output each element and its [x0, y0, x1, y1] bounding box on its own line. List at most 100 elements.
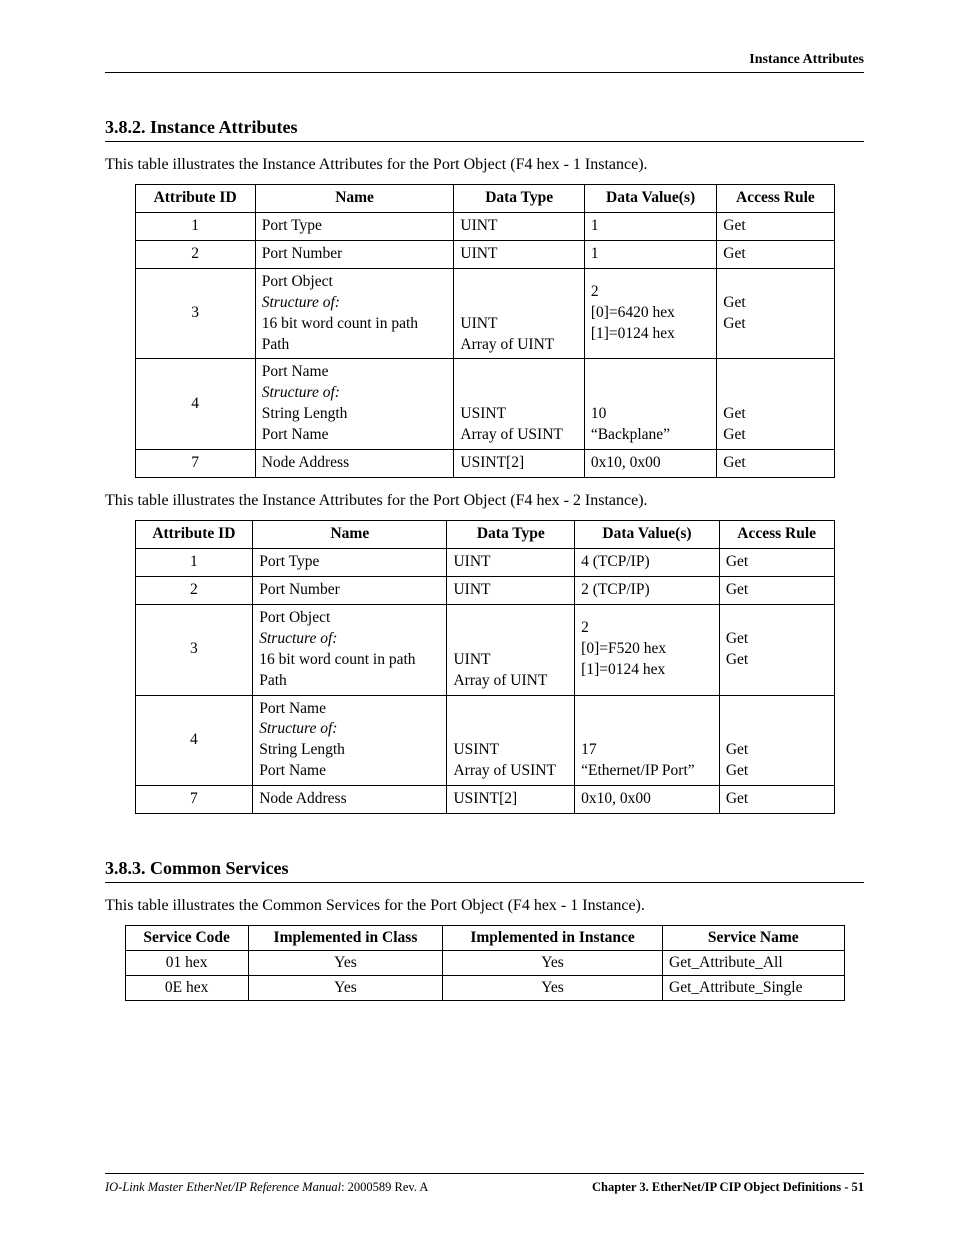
- col-header: Name: [253, 521, 447, 549]
- cell-name: Port ObjectStructure of:16 bit word coun…: [253, 604, 447, 695]
- col-header: Data Type: [454, 185, 584, 213]
- col-header: Name: [255, 185, 454, 213]
- cell-attr-id: 2: [135, 240, 255, 268]
- cell-data-type: USINT[2]: [447, 786, 575, 814]
- cell-data-type: UINT: [454, 240, 584, 268]
- cell-access-rule: GetGet: [719, 604, 834, 695]
- col-header: Service Name: [663, 926, 844, 951]
- attributes-table-1: Attribute ID Name Data Type Data Value(s…: [135, 184, 835, 478]
- cell-name: Node Address: [255, 450, 454, 478]
- services-table: Service Code Implemented in Class Implem…: [125, 925, 845, 1001]
- cell-data-value: 2 (TCP/IP): [575, 576, 720, 604]
- col-header: Data Value(s): [584, 185, 716, 213]
- cell-data-type: USINT[2]: [454, 450, 584, 478]
- footer-right: Chapter 3. EtherNet/IP CIP Object Defini…: [592, 1180, 864, 1195]
- cell-service-code: 01 hex: [125, 951, 248, 976]
- table-row: 01 hexYesYesGet_Attribute_All: [125, 951, 844, 976]
- running-header: Instance Attributes: [105, 52, 864, 73]
- table-row: 2Port NumberUINT1Get: [135, 240, 834, 268]
- cell-access-rule: Get: [719, 786, 834, 814]
- cell-service-name: Get_Attribute_All: [663, 951, 844, 976]
- cell-data-value: 2[0]=F520 hex[1]=0124 hex: [575, 604, 720, 695]
- cell-name: Port Number: [255, 240, 454, 268]
- col-header: Attribute ID: [135, 185, 255, 213]
- cell-name: Port NameStructure of:String LengthPort …: [253, 695, 447, 786]
- table-row: 1Port TypeUINT4 (TCP/IP)Get: [135, 548, 834, 576]
- cell-access-rule: GetGet: [719, 695, 834, 786]
- footer-manual-title: IO-Link Master EtherNet/IP Reference Man…: [105, 1180, 341, 1194]
- cell-access-rule: Get: [719, 548, 834, 576]
- cell-data-value: 2[0]=6420 hex[1]=0124 hex: [584, 268, 716, 359]
- cell-data-type: USINTArray of USINT: [454, 359, 584, 450]
- footer-chapter: Chapter 3. EtherNet/IP CIP Object Defini…: [592, 1180, 841, 1194]
- cell-data-type: UINTArray of UINT: [454, 268, 584, 359]
- cell-access-rule: Get: [717, 212, 834, 240]
- table-header-row: Attribute ID Name Data Type Data Value(s…: [135, 185, 834, 213]
- table-row: 4Port NameStructure of:String LengthPort…: [135, 359, 834, 450]
- cell-data-type: UINT: [447, 548, 575, 576]
- cell-access-rule: Get: [717, 450, 834, 478]
- cell-attr-id: 3: [135, 268, 255, 359]
- cell-attr-id: 7: [135, 786, 253, 814]
- cell-data-value: 0x10, 0x00: [575, 786, 720, 814]
- intro-text-2: This table illustrates the Instance Attr…: [105, 492, 864, 510]
- table-header-row: Attribute ID Name Data Type Data Value(s…: [135, 521, 834, 549]
- cell-service-name: Get_Attribute_Single: [663, 976, 844, 1001]
- table-row: 7Node AddressUSINT[2]0x10, 0x00Get: [135, 450, 834, 478]
- table-row: 2Port NumberUINT2 (TCP/IP)Get: [135, 576, 834, 604]
- cell-attr-id: 4: [135, 359, 255, 450]
- cell-attr-id: 7: [135, 450, 255, 478]
- cell-service-code: 0E hex: [125, 976, 248, 1001]
- col-header: Implemented in Instance: [443, 926, 663, 951]
- cell-attr-id: 1: [135, 548, 253, 576]
- cell-access-rule: GetGet: [717, 268, 834, 359]
- cell-name: Port Number: [253, 576, 447, 604]
- cell-data-value: 1: [584, 212, 716, 240]
- cell-in-instance: Yes: [443, 976, 663, 1001]
- cell-access-rule: Get: [719, 576, 834, 604]
- table-row: 3Port ObjectStructure of:16 bit word cou…: [135, 604, 834, 695]
- section-title-383: 3.8.3. Common Services: [105, 858, 864, 883]
- cell-data-value: 0x10, 0x00: [584, 450, 716, 478]
- cell-data-value: 17“Ethernet/IP Port”: [575, 695, 720, 786]
- cell-name: Port ObjectStructure of:16 bit word coun…: [255, 268, 454, 359]
- col-header: Service Code: [125, 926, 248, 951]
- cell-access-rule: Get: [717, 240, 834, 268]
- col-header: Access Rule: [717, 185, 834, 213]
- cell-data-value: 4 (TCP/IP): [575, 548, 720, 576]
- footer-revision: : 2000589 Rev. A: [341, 1180, 428, 1194]
- cell-data-type: USINTArray of USINT: [447, 695, 575, 786]
- footer-page-number: - 51: [841, 1180, 864, 1194]
- cell-name: Port Type: [255, 212, 454, 240]
- cell-name: Node Address: [253, 786, 447, 814]
- table-row: 4Port NameStructure of:String LengthPort…: [135, 695, 834, 786]
- cell-access-rule: GetGet: [717, 359, 834, 450]
- col-header: Attribute ID: [135, 521, 253, 549]
- table-row: 1Port TypeUINT1Get: [135, 212, 834, 240]
- cell-attr-id: 4: [135, 695, 253, 786]
- table-row: 3Port ObjectStructure of:16 bit word cou…: [135, 268, 834, 359]
- cell-attr-id: 2: [135, 576, 253, 604]
- col-header: Access Rule: [719, 521, 834, 549]
- section-title-382: 3.8.2. Instance Attributes: [105, 117, 864, 142]
- cell-data-type: UINT: [447, 576, 575, 604]
- cell-data-value: 10“Backplane”: [584, 359, 716, 450]
- cell-attr-id: 1: [135, 212, 255, 240]
- cell-data-type: UINTArray of UINT: [447, 604, 575, 695]
- table-header-row: Service Code Implemented in Class Implem…: [125, 926, 844, 951]
- cell-attr-id: 3: [135, 604, 253, 695]
- page-footer: IO-Link Master EtherNet/IP Reference Man…: [105, 1173, 864, 1195]
- cell-in-class: Yes: [248, 951, 442, 976]
- cell-in-instance: Yes: [443, 951, 663, 976]
- table-row: 0E hexYesYesGet_Attribute_Single: [125, 976, 844, 1001]
- col-header: Data Value(s): [575, 521, 720, 549]
- attributes-table-2: Attribute ID Name Data Type Data Value(s…: [135, 520, 835, 814]
- table-row: 7Node AddressUSINT[2]0x10, 0x00Get: [135, 786, 834, 814]
- footer-left: IO-Link Master EtherNet/IP Reference Man…: [105, 1180, 428, 1195]
- intro-text-1: This table illustrates the Instance Attr…: [105, 156, 864, 174]
- col-header: Implemented in Class: [248, 926, 442, 951]
- cell-name: Port Type: [253, 548, 447, 576]
- cell-data-value: 1: [584, 240, 716, 268]
- col-header: Data Type: [447, 521, 575, 549]
- cell-in-class: Yes: [248, 976, 442, 1001]
